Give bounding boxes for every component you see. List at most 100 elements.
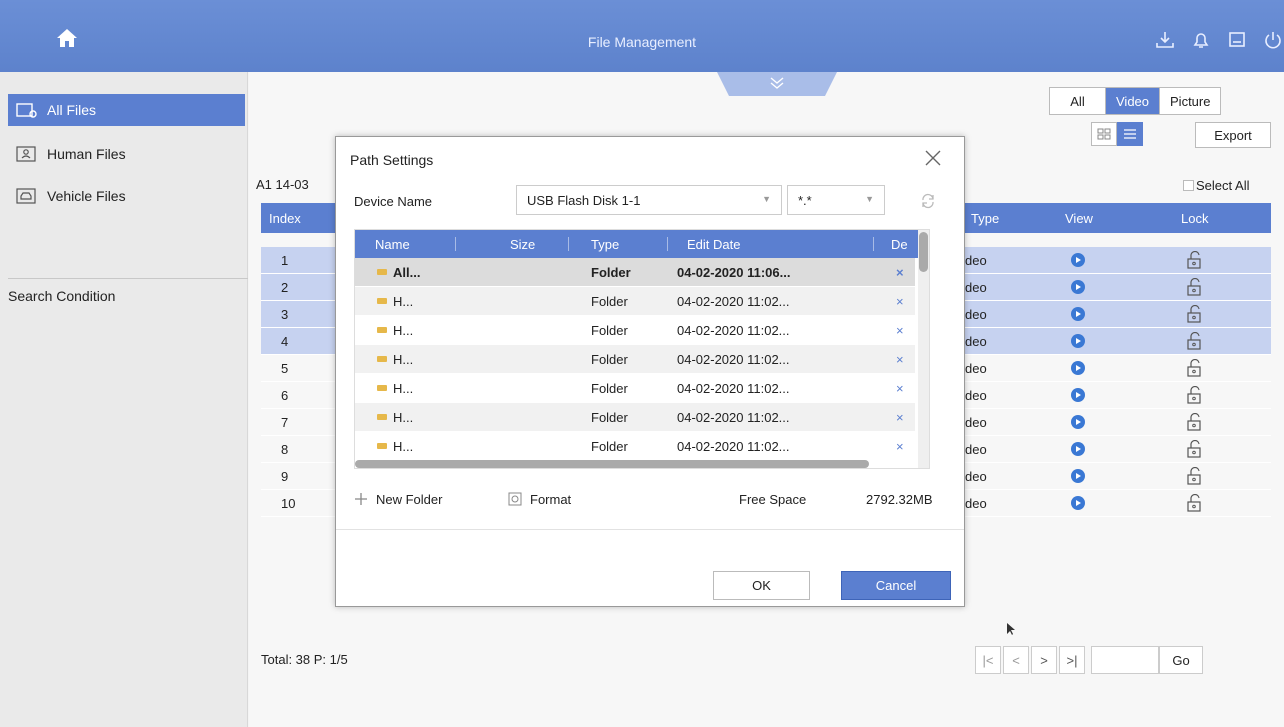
unlock-icon[interactable] bbox=[1185, 440, 1203, 458]
folder-icon bbox=[377, 443, 387, 449]
sidebar-item-all-files[interactable]: All Files bbox=[8, 94, 245, 126]
first-page-button[interactable]: |< bbox=[975, 646, 1001, 674]
device-name-select[interactable]: USB Flash Disk 1-1 ▼ bbox=[516, 185, 782, 215]
sidebar-item-human-files[interactable]: Human Files bbox=[8, 138, 245, 170]
folder-name: H... bbox=[393, 323, 414, 338]
list-item[interactable]: H... Folder 04-02-2020 11:02... × bbox=[355, 287, 915, 315]
chevron-down-icon: ▼ bbox=[762, 194, 771, 204]
play-icon[interactable] bbox=[1071, 307, 1085, 321]
play-icon[interactable] bbox=[1071, 469, 1085, 483]
folder-icon bbox=[377, 298, 387, 304]
unlock-icon[interactable] bbox=[1185, 332, 1203, 350]
format-icon[interactable] bbox=[508, 492, 522, 506]
device-icon[interactable] bbox=[1226, 30, 1248, 50]
bell-icon[interactable] bbox=[1190, 30, 1212, 50]
delete-icon[interactable]: × bbox=[896, 323, 904, 338]
grid-view-button[interactable] bbox=[1091, 122, 1117, 146]
unlock-icon[interactable] bbox=[1185, 467, 1203, 485]
list-item[interactable]: H... Folder 04-02-2020 11:02... × bbox=[355, 316, 915, 344]
last-page-button[interactable]: >| bbox=[1059, 646, 1085, 674]
list-item[interactable]: H... Folder 04-02-2020 11:02... × bbox=[355, 432, 915, 460]
play-icon[interactable] bbox=[1071, 334, 1085, 348]
play-icon[interactable] bbox=[1071, 496, 1085, 510]
collapse-toggle[interactable] bbox=[717, 72, 837, 98]
human-icon bbox=[16, 146, 36, 162]
plus-icon[interactable] bbox=[354, 492, 368, 506]
folder-type: Folder bbox=[591, 352, 628, 367]
list-item[interactable]: All... Folder 04-02-2020 11:06... × bbox=[355, 258, 915, 286]
list-icon bbox=[1124, 129, 1136, 139]
export-button[interactable]: Export bbox=[1195, 122, 1271, 148]
sidebar: All Files Human Files Vehicle Files Sear… bbox=[0, 72, 248, 727]
cancel-button[interactable]: Cancel bbox=[841, 571, 951, 600]
row-type: deo bbox=[965, 334, 987, 349]
vertical-scrollbar[interactable] bbox=[918, 230, 929, 468]
sidebar-item-label: Vehicle Files bbox=[47, 188, 126, 204]
go-button[interactable]: Go bbox=[1159, 646, 1203, 674]
sidebar-divider bbox=[8, 278, 248, 279]
folder-date: 04-02-2020 11:02... bbox=[677, 352, 790, 367]
select-all-label: Select All bbox=[1196, 178, 1250, 193]
horizontal-scrollbar[interactable] bbox=[355, 460, 869, 468]
col-type: Type bbox=[971, 211, 1000, 226]
new-folder-button[interactable]: New Folder bbox=[376, 492, 442, 507]
col-view: View bbox=[1065, 211, 1093, 226]
list-item[interactable]: H... Folder 04-02-2020 11:02... × bbox=[355, 403, 915, 431]
delete-icon[interactable]: × bbox=[896, 352, 904, 367]
delete-icon[interactable]: × bbox=[896, 381, 904, 396]
folder-type: Folder bbox=[591, 410, 628, 425]
breadcrumb: A1 14-03 bbox=[256, 177, 309, 192]
delete-icon[interactable]: × bbox=[896, 410, 904, 425]
play-icon[interactable] bbox=[1071, 442, 1085, 456]
prev-page-button[interactable]: < bbox=[1003, 646, 1029, 674]
folder-type: Folder bbox=[591, 439, 628, 454]
delete-icon[interactable]: × bbox=[896, 294, 904, 309]
unlock-icon[interactable] bbox=[1185, 278, 1203, 296]
unlock-icon[interactable] bbox=[1185, 494, 1203, 512]
title-bar: File Management bbox=[0, 0, 1284, 72]
download-icon[interactable] bbox=[1154, 30, 1176, 50]
search-condition-label[interactable]: Search Condition bbox=[8, 288, 115, 304]
play-icon[interactable] bbox=[1071, 361, 1085, 375]
power-icon[interactable] bbox=[1262, 30, 1284, 50]
folder-type: Folder bbox=[591, 381, 628, 396]
select-all-checkbox[interactable]: Select All bbox=[1183, 178, 1249, 193]
play-icon[interactable] bbox=[1071, 388, 1085, 402]
scroll-thumb[interactable] bbox=[919, 232, 928, 272]
unlock-icon[interactable] bbox=[1185, 359, 1203, 377]
refresh-icon[interactable] bbox=[920, 193, 936, 209]
list-item[interactable]: H... Folder 04-02-2020 11:02... × bbox=[355, 374, 915, 402]
unlock-icon[interactable] bbox=[1185, 413, 1203, 431]
unlock-icon[interactable] bbox=[1185, 386, 1203, 404]
dialog-title: Path Settings bbox=[350, 152, 434, 168]
sidebar-item-label: Human Files bbox=[47, 146, 126, 162]
total-count: Total: 38 P: 1/5 bbox=[261, 652, 348, 667]
page-number-input[interactable] bbox=[1091, 646, 1159, 674]
file-filter-select[interactable]: *.* ▼ bbox=[787, 185, 885, 215]
unlock-icon[interactable] bbox=[1185, 251, 1203, 269]
delete-icon[interactable]: × bbox=[896, 265, 904, 280]
list-item[interactable]: H... Folder 04-02-2020 11:02... × bbox=[355, 345, 915, 373]
row-type: deo bbox=[965, 307, 987, 322]
row-index: 3 bbox=[281, 307, 289, 322]
unlock-icon[interactable] bbox=[1185, 305, 1203, 323]
folder-icon bbox=[377, 414, 387, 420]
play-icon[interactable] bbox=[1071, 415, 1085, 429]
vehicle-icon bbox=[16, 188, 36, 204]
format-button[interactable]: Format bbox=[530, 492, 571, 507]
filter-video[interactable]: Video bbox=[1106, 88, 1161, 114]
play-icon[interactable] bbox=[1071, 253, 1085, 267]
ok-button[interactable]: OK bbox=[713, 571, 810, 600]
checkbox-box[interactable] bbox=[1183, 180, 1194, 191]
file-type-filter: All Video Picture bbox=[1049, 87, 1222, 115]
close-icon[interactable] bbox=[924, 149, 942, 167]
list-view-button[interactable] bbox=[1117, 122, 1143, 146]
delete-icon[interactable]: × bbox=[896, 439, 904, 454]
next-page-button[interactable]: > bbox=[1031, 646, 1057, 674]
filter-picture[interactable]: Picture bbox=[1160, 88, 1220, 114]
sidebar-item-vehicle-files[interactable]: Vehicle Files bbox=[8, 180, 245, 212]
filter-all[interactable]: All bbox=[1050, 88, 1106, 114]
all-files-icon bbox=[16, 103, 37, 118]
play-icon[interactable] bbox=[1071, 280, 1085, 294]
folder-date: 04-02-2020 11:02... bbox=[677, 294, 790, 309]
